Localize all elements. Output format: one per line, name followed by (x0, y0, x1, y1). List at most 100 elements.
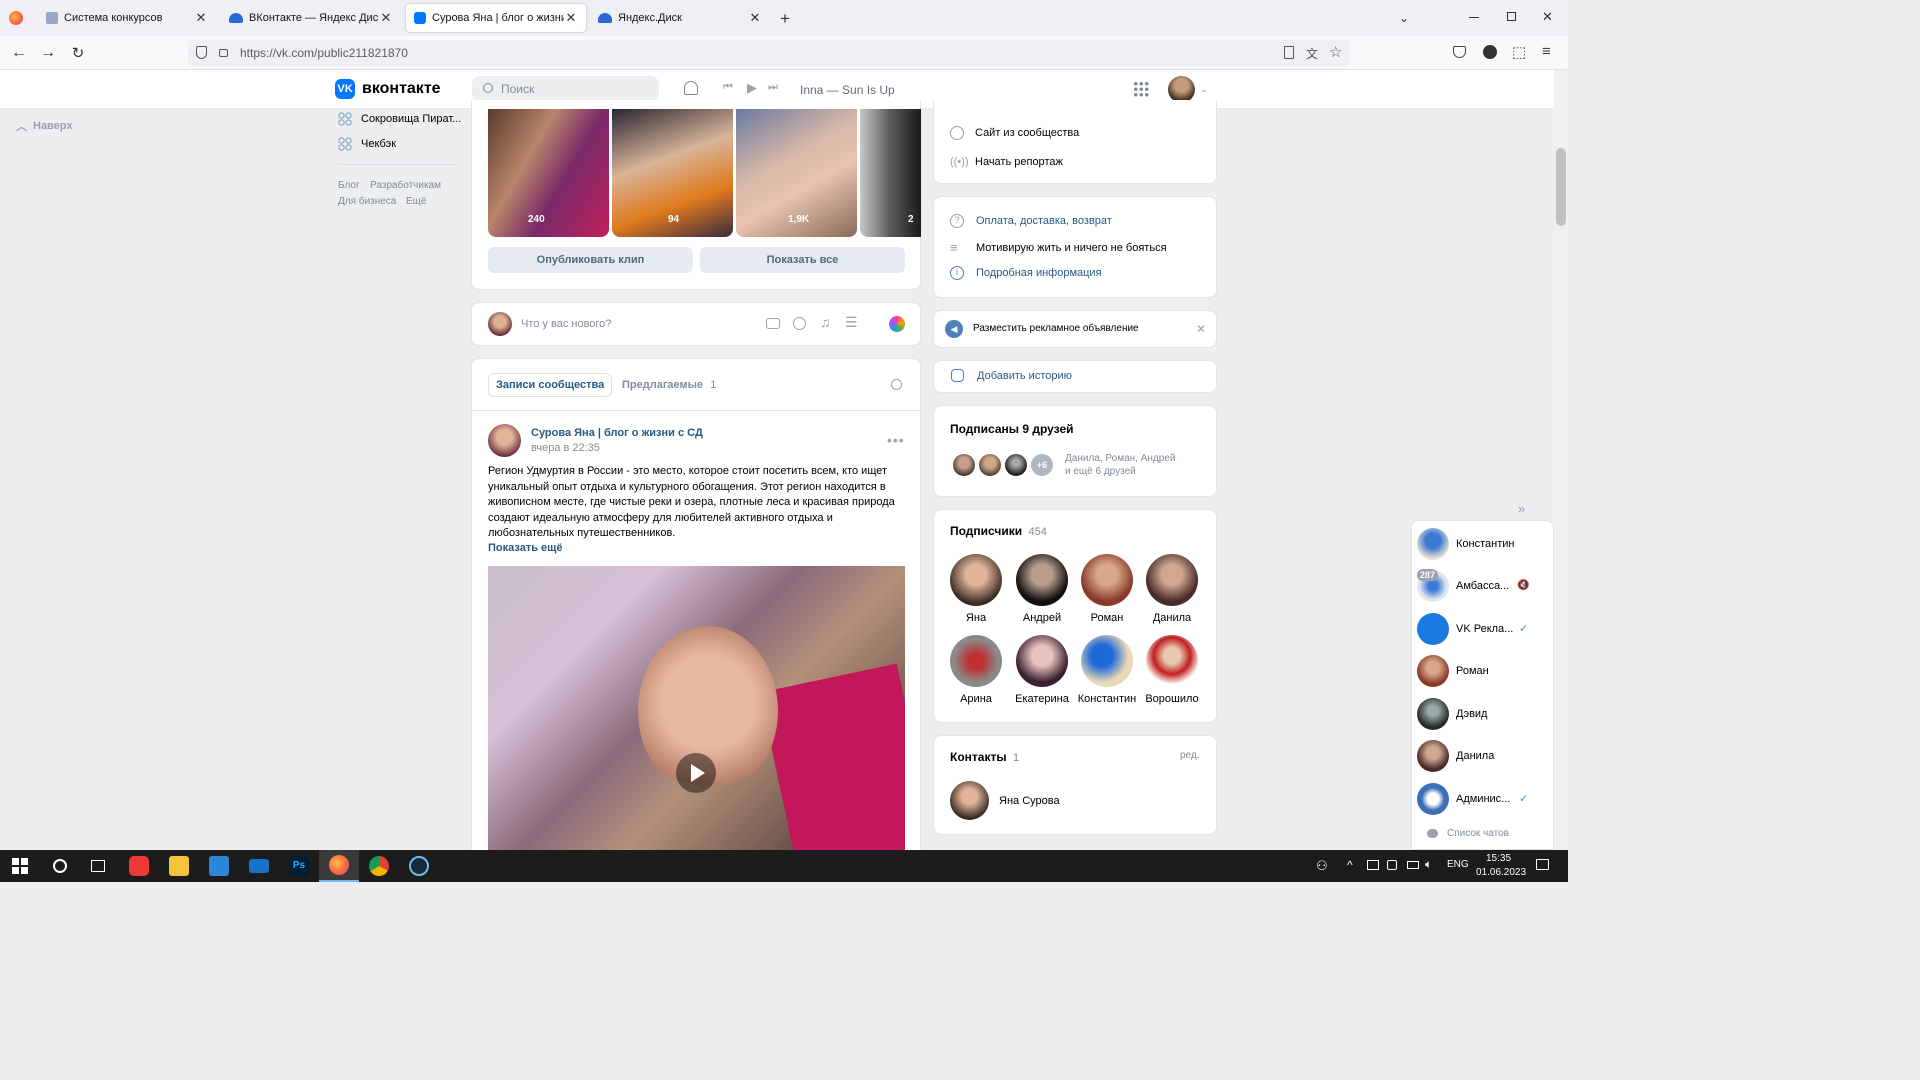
subscriber[interactable]: Роман (1077, 554, 1137, 624)
clip-thumbnail[interactable]: 1,9K (736, 109, 857, 237)
info-payment-link[interactable]: ? Оплата, доставка, возврат (950, 214, 1112, 228)
battery-icon[interactable] (1407, 861, 1419, 869)
footer-link-blog[interactable]: Блог (338, 180, 360, 191)
subscriber[interactable]: Екатерина (1012, 635, 1072, 705)
add-story-label[interactable]: Добавить историю (977, 370, 1072, 382)
friend-avatar[interactable] (977, 452, 1003, 478)
chat-item[interactable]: Админис... ✓ (1415, 779, 1550, 819)
people-icon[interactable]: ⚇ (1316, 858, 1328, 874)
services-grid-icon[interactable] (1133, 81, 1149, 97)
footer-link-business[interactable]: Для бизнеса (338, 196, 396, 207)
subscribers-title[interactable]: Подписчики 454 (950, 524, 1047, 538)
close-icon[interactable]: ✕ (194, 10, 208, 25)
tab-surova-blog[interactable]: Сурова Яна | блог о жизни с С ✕ (406, 4, 586, 32)
new-tab-icon[interactable]: + (780, 9, 790, 29)
vivaldi-icon[interactable] (119, 850, 159, 882)
vk-logo-text[interactable]: вконтакте (362, 80, 441, 98)
site-from-community-item[interactable]: Сайт из сообщества (950, 126, 1079, 140)
tray-chevron-up-icon[interactable]: ^ (1347, 858, 1353, 872)
friends-title[interactable]: Подписаны 9 друзей (950, 422, 1074, 436)
close-icon[interactable]: ✕ (564, 10, 578, 25)
url-bar[interactable]: https://vk.com/public211821870 文 ☆ (188, 40, 1350, 66)
show-more-link[interactable]: Показать ещё (488, 542, 563, 554)
bell-icon[interactable] (684, 81, 698, 95)
play-button-icon[interactable] (676, 753, 716, 793)
next-track-icon[interactable]: ⏭ (768, 81, 778, 94)
mail-icon[interactable] (239, 850, 279, 882)
composer-placeholder[interactable]: Что у вас нового? (521, 318, 611, 330)
clip-thumbnail[interactable]: 94 (612, 109, 733, 237)
clip-thumbnail[interactable]: 240 (488, 109, 609, 237)
post-video[interactable] (488, 566, 905, 850)
chat-item[interactable]: Дэвид (1415, 694, 1550, 734)
ad-label[interactable]: Разместить рекламное объявление (973, 323, 1139, 334)
start-broadcast-item[interactable]: ((•)) Начать репортаж (950, 156, 1063, 168)
profile-avatar[interactable] (1168, 76, 1195, 103)
close-icon[interactable]: ✕ (748, 10, 762, 25)
chrome-icon[interactable] (359, 850, 399, 882)
wall-search-icon[interactable] (891, 379, 902, 390)
photoshop-icon[interactable]: Ps (279, 850, 319, 882)
notifications-icon[interactable] (1536, 859, 1549, 870)
post-more-icon[interactable]: ••• (887, 432, 905, 448)
restore-icon[interactable] (1507, 12, 1516, 21)
firefox-icon[interactable] (319, 850, 359, 882)
previous-track-icon[interactable]: ⏮ (723, 81, 733, 94)
post-author-avatar[interactable] (488, 424, 521, 457)
back-to-top-link[interactable]: ︿ Наверх (16, 118, 73, 134)
tab-vk-yandex-disk[interactable]: ВКонтакте — Яндекс Диск ✕ (221, 4, 401, 32)
chat-item[interactable]: Константин (1415, 524, 1550, 564)
contacts-title[interactable]: Контакты 1 (950, 750, 1019, 764)
footer-link-developers[interactable]: Разработчикам (370, 180, 441, 191)
forward-arrow-icon[interactable]: → (37, 42, 59, 64)
task-view-icon[interactable] (78, 850, 118, 882)
steam-icon[interactable] (399, 850, 439, 882)
input-language[interactable]: ENG (1447, 859, 1469, 870)
bookmark-star-icon[interactable]: ☆ (1329, 43, 1342, 61)
app-menu-icon[interactable]: ≡ (1542, 43, 1551, 60)
now-playing-text[interactable]: Inna — Sun Is Up (800, 83, 895, 97)
left-menu-item-checkback[interactable]: Чекбэк (338, 137, 396, 151)
play-icon[interactable]: ▶ (747, 80, 757, 96)
chat-item[interactable]: VK Рекла... ✓ (1415, 609, 1550, 649)
video-icon[interactable] (793, 317, 806, 330)
ad-close-icon[interactable]: ✕ (1196, 322, 1206, 336)
subscriber[interactable]: Яна (946, 554, 1006, 624)
reader-view-icon[interactable] (1284, 46, 1294, 59)
contact-name[interactable]: Яна Сурова (999, 795, 1060, 807)
collapse-chats-icon[interactable]: » (1518, 501, 1525, 516)
clip-thumbnail[interactable]: 2 (860, 109, 921, 237)
chat-item[interactable]: Данила (1415, 736, 1550, 776)
tab-yandex-disk[interactable]: Яндекс.Диск ✕ (590, 4, 770, 32)
contacts-edit-link[interactable]: ред. (1180, 750, 1200, 761)
search-icon[interactable] (40, 850, 80, 882)
friend-avatar[interactable] (951, 452, 977, 478)
subscriber[interactable]: Ворошило (1142, 635, 1202, 705)
extensions-icon[interactable]: ⬚ (1512, 43, 1526, 61)
subscriber[interactable]: Андрей (1012, 554, 1072, 624)
post-author-name[interactable]: Сурова Яна | блог о жизни с СД (531, 427, 703, 439)
volume-icon[interactable]: 🔈︎ (1425, 857, 1432, 872)
file-explorer-icon[interactable] (159, 850, 199, 882)
camera-tray-icon[interactable] (1387, 860, 1397, 870)
left-menu-item-treasures[interactable]: Сокровища Пират... (338, 112, 461, 126)
show-all-button[interactable]: Показать все (700, 247, 905, 273)
tab-community-posts[interactable]: Записи сообщества (488, 373, 613, 397)
network-icon[interactable] (1367, 860, 1379, 870)
minimize-icon[interactable] (1469, 17, 1479, 18)
chevron-down-icon[interactable]: ⌄ (1200, 84, 1208, 95)
list-tabs-icon[interactable]: ⌄ (1399, 11, 1409, 25)
clock-time[interactable]: 15:35 (1486, 853, 1511, 864)
chat-item[interactable]: Роман (1415, 651, 1550, 691)
friends-more-badge[interactable]: +6 (1029, 452, 1055, 478)
back-arrow-icon[interactable]: ← (8, 42, 30, 64)
vk-ai-icon[interactable] (889, 316, 905, 332)
add-story-card[interactable] (933, 360, 1217, 393)
subscriber[interactable]: Арина (946, 635, 1006, 705)
vk-logo-icon[interactable]: VK (335, 79, 355, 99)
contact-avatar[interactable] (950, 781, 989, 820)
footer-link-more[interactable]: Ещё (406, 196, 426, 207)
windows-start-icon[interactable] (0, 850, 40, 882)
account-icon[interactable] (1483, 45, 1497, 59)
reload-icon[interactable]: ↻ (67, 42, 89, 64)
